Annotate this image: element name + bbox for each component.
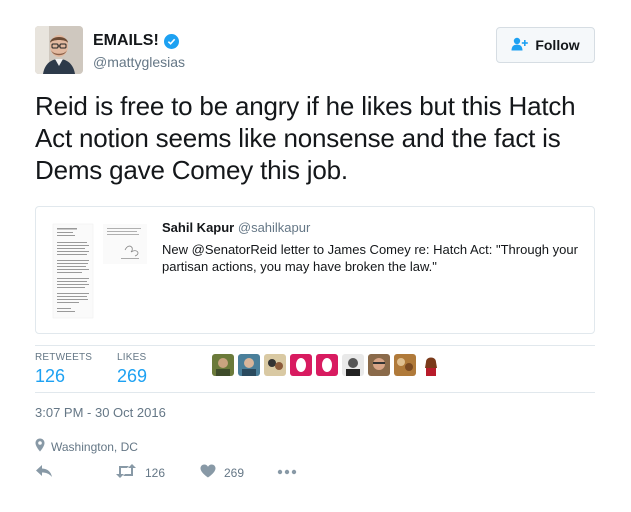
quoted-author-handle[interactable]: @sahilkapur	[238, 220, 310, 235]
stats-bottom-divider	[35, 392, 595, 393]
add-user-icon	[511, 37, 529, 54]
quoted-tweet-body: Sahil Kapur @sahilkapur New @SenatorReid…	[162, 219, 582, 275]
author-avatar[interactable]	[35, 26, 83, 74]
heart-icon	[200, 464, 216, 481]
liker-avatar[interactable]	[212, 354, 234, 376]
reply-icon	[35, 464, 53, 481]
quoted-tweet-author: Sahil Kapur @sahilkapur	[162, 219, 582, 237]
quoted-author-name[interactable]: Sahil Kapur	[162, 220, 234, 235]
location-pin-icon	[35, 438, 45, 455]
retweets-label: RETWEETS	[35, 352, 93, 363]
stats-top-divider	[35, 345, 595, 346]
follow-button[interactable]: Follow	[496, 27, 595, 63]
author-display-name-text[interactable]: EMAILS!	[93, 32, 159, 50]
liker-avatar[interactable]	[368, 354, 390, 376]
liker-avatar[interactable]	[316, 354, 338, 376]
liker-avatars	[212, 354, 442, 376]
liker-avatar[interactable]	[420, 354, 442, 376]
liker-avatar[interactable]	[342, 354, 364, 376]
liker-avatar[interactable]	[264, 354, 286, 376]
reply-button[interactable]	[35, 464, 53, 481]
quoted-tweet-image[interactable]	[47, 218, 153, 324]
liker-avatar[interactable]	[290, 354, 312, 376]
location-text[interactable]: Washington, DC	[51, 440, 138, 454]
likes-stat[interactable]: LIKES 269	[117, 352, 147, 387]
follow-button-label: Follow	[535, 37, 580, 53]
tweet-text: Reid is free to be angry if he likes but…	[35, 91, 576, 185]
verified-badge-icon	[163, 33, 179, 49]
liker-avatar[interactable]	[238, 354, 260, 376]
tweet-header: EMAILS! @mattyglesias Follow	[35, 26, 595, 76]
tweet-location[interactable]: Washington, DC	[35, 438, 138, 455]
likes-count[interactable]: 269	[117, 366, 147, 387]
tweet-timestamp[interactable]: 3:07 PM - 30 Oct 2016	[35, 405, 166, 420]
quoted-tweet-card[interactable]: Sahil Kapur @sahilkapur New @SenatorReid…	[35, 206, 595, 334]
more-options-button[interactable]	[277, 464, 297, 478]
retweet-button[interactable]: 126	[115, 464, 165, 481]
author-handle[interactable]: @mattyglesias	[93, 54, 185, 70]
likes-label: LIKES	[117, 352, 147, 363]
like-button[interactable]: 269	[200, 464, 244, 481]
author-name-block[interactable]: EMAILS! @mattyglesias	[93, 32, 185, 70]
like-action-count: 269	[224, 465, 245, 480]
retweet-action-count: 126	[145, 465, 166, 480]
retweets-stat[interactable]: RETWEETS 126	[35, 352, 92, 387]
more-dots-icon	[277, 464, 297, 478]
retweet-icon	[115, 464, 137, 481]
liker-avatar[interactable]	[394, 354, 416, 376]
retweets-count[interactable]: 126	[35, 366, 92, 387]
quoted-tweet-text: New @SenatorReid letter to James Comey r…	[162, 242, 578, 274]
author-display-name[interactable]: EMAILS!	[93, 32, 179, 50]
